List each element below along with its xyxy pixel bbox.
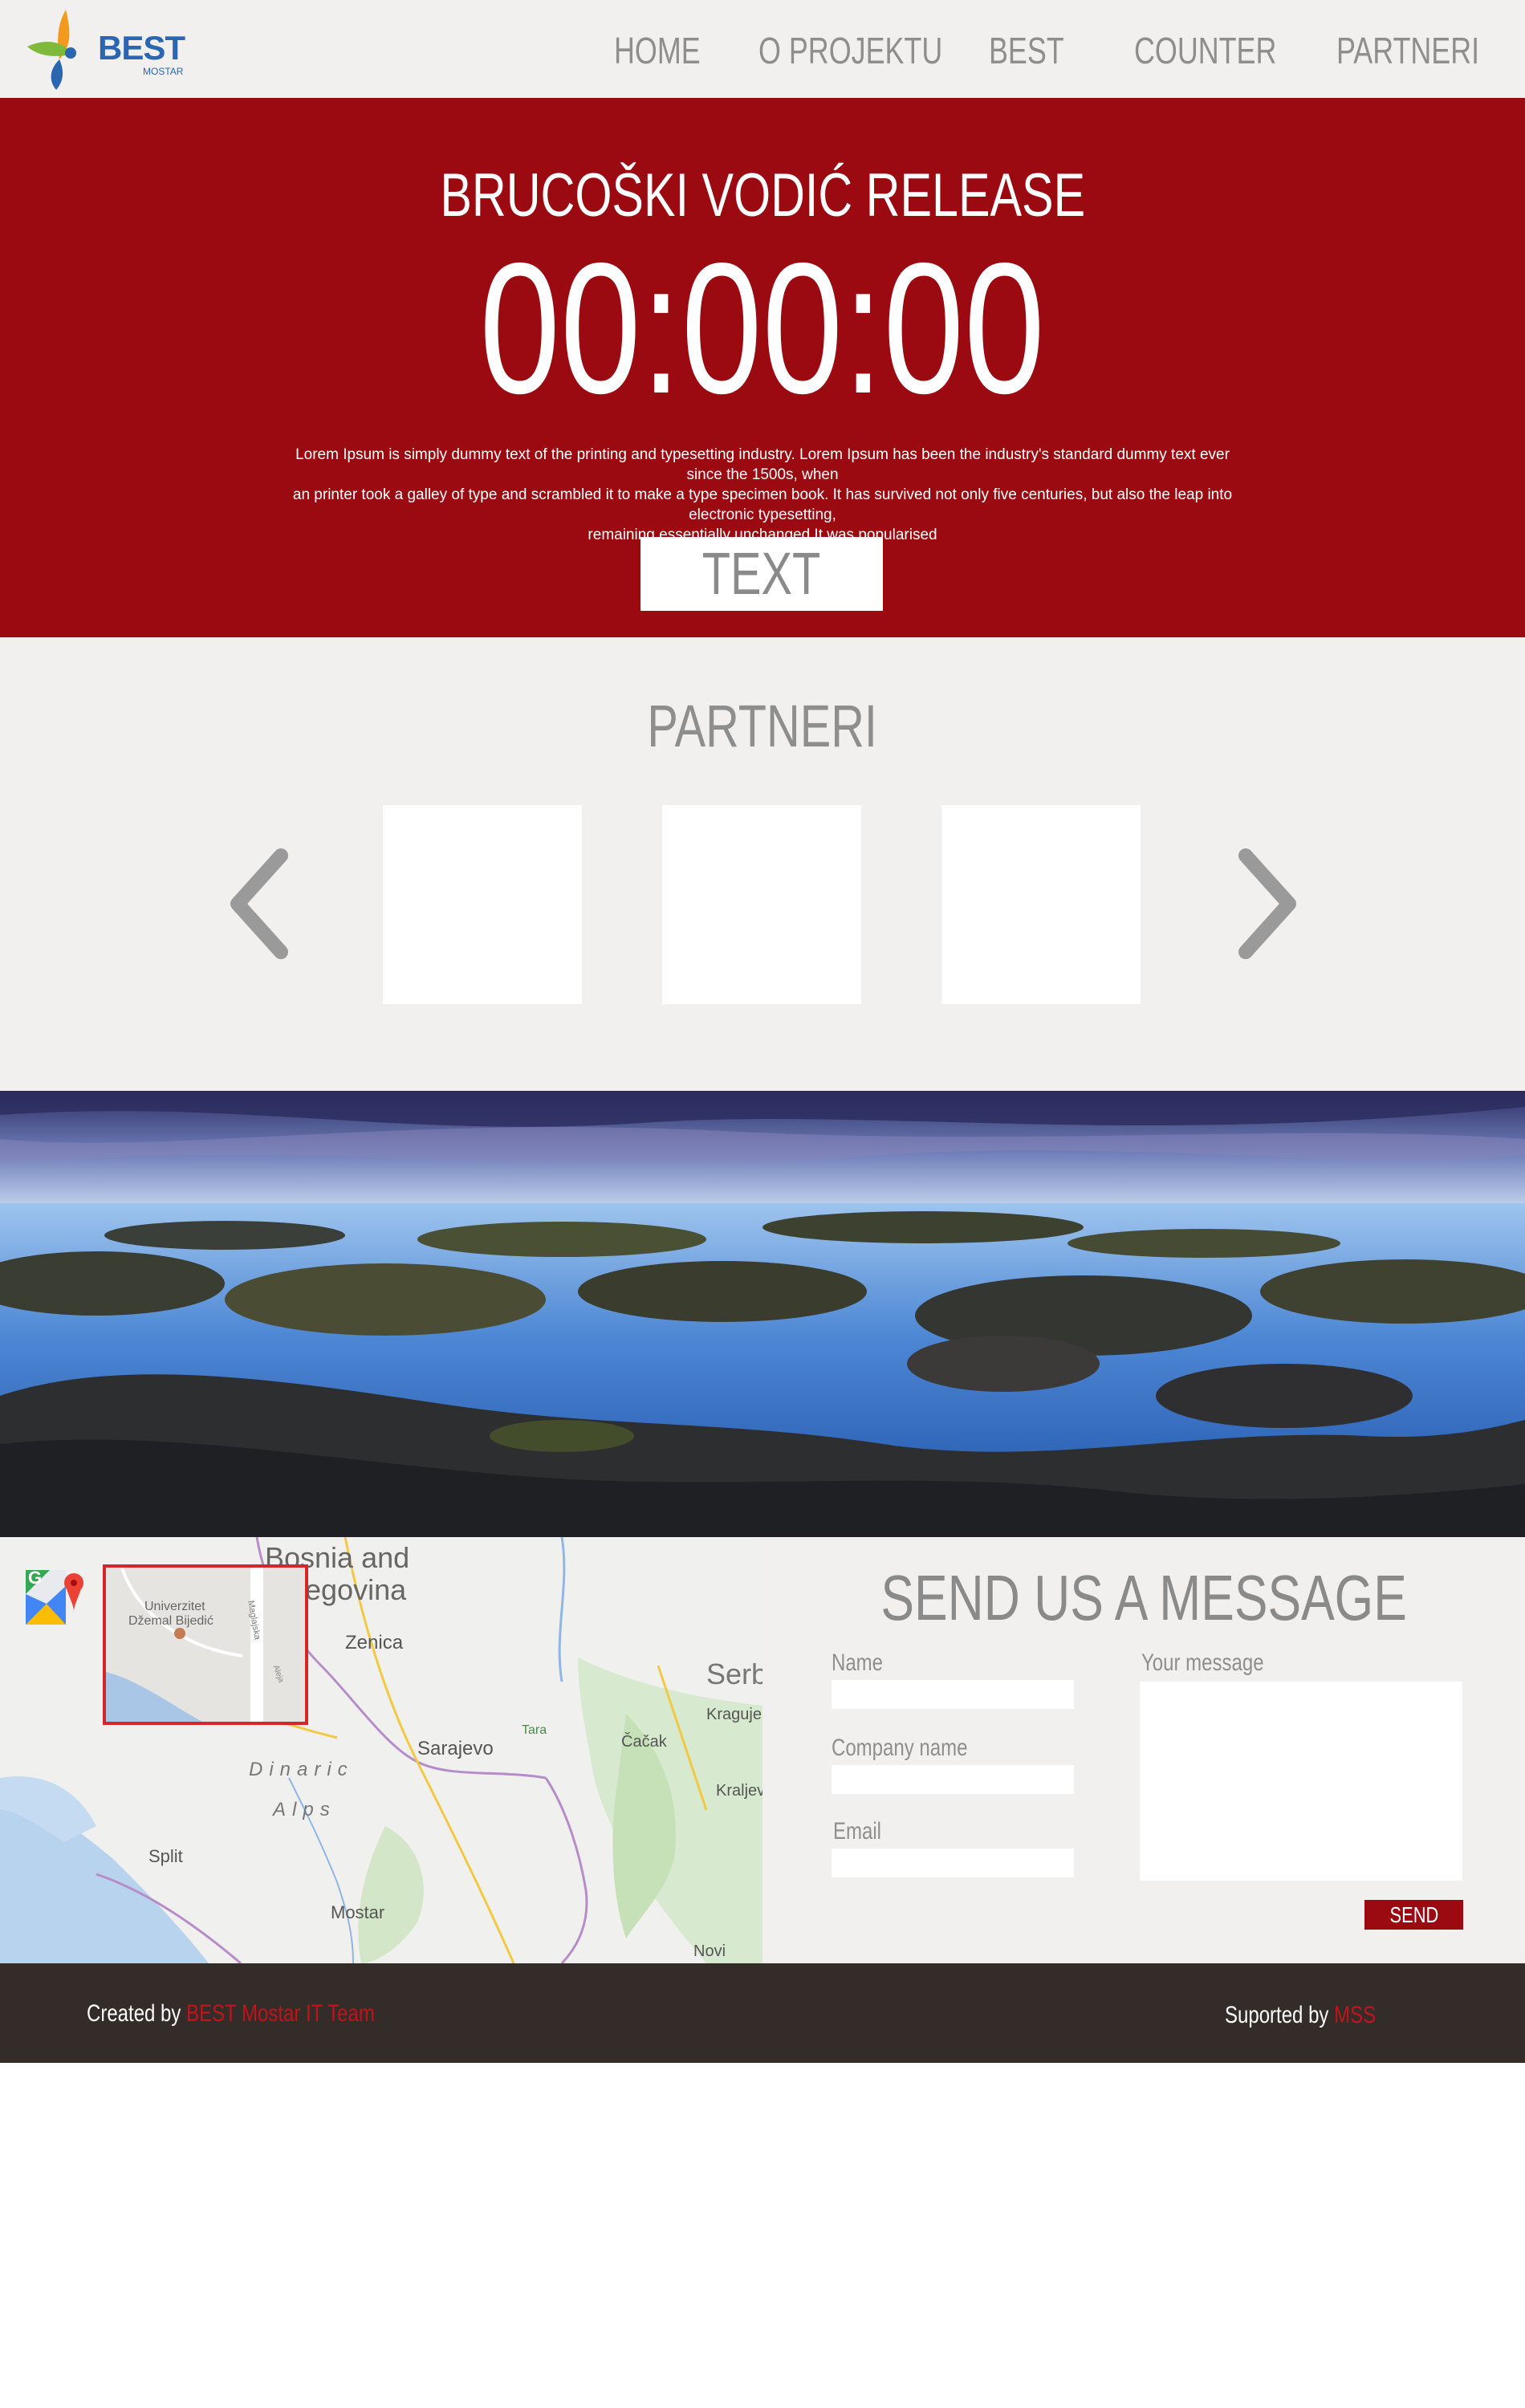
map-inset-university-line1: Univerzitet bbox=[144, 1600, 205, 1613]
google-maps-icon[interactable]: G bbox=[24, 1565, 83, 1628]
map-label-kraljevo: Kraljev bbox=[716, 1782, 762, 1800]
contact-form: SEND US A MESSAGE Name Company name Emai… bbox=[762, 1537, 1525, 1963]
coastline-banner-image bbox=[0, 1091, 1525, 1537]
hero-title: BRUCOŠKI VODIĆ RELEASE bbox=[0, 161, 1525, 230]
nav-item-o-projektu[interactable]: O PROJEKTU bbox=[758, 29, 942, 72]
partner-logo-slot[interactable] bbox=[941, 805, 1141, 1004]
send-button[interactable]: SEND bbox=[1364, 1900, 1463, 1930]
nav-item-counter[interactable]: COUNTER bbox=[1134, 29, 1276, 72]
location-map[interactable]: Bosnia and egovina Zenica Sarajevo Dinar… bbox=[0, 1537, 762, 1963]
footer-created-text: Created by bbox=[87, 2000, 187, 2027]
chevron-left-icon[interactable] bbox=[228, 848, 292, 960]
top-navbar: BEST MOSTAR HOME O PROJEKTU BEST COUNTER… bbox=[0, 0, 1525, 98]
nav-item-partneri[interactable]: PARTNERI bbox=[1336, 29, 1479, 72]
logo-text: BEST bbox=[98, 29, 185, 67]
map-label-serbia: Serbi bbox=[706, 1658, 762, 1690]
map-inset-university-line2: Džemal Bijedić bbox=[128, 1614, 214, 1628]
footer-credits: Created by BEST Mostar IT Team bbox=[87, 2000, 375, 2028]
map-inset-zoom[interactable]: Univerzitet Džemal Bijedić Maglajska Ale… bbox=[103, 1564, 308, 1725]
footer-supported-link[interactable]: MSS bbox=[1334, 2002, 1376, 2028]
name-label: Name bbox=[832, 1649, 884, 1676]
name-input[interactable] bbox=[832, 1680, 1074, 1709]
nav-menu: HOME O PROJEKTU BEST COUNTER PARTNERI bbox=[594, 0, 1525, 98]
logo-subtext: MOSTAR bbox=[143, 66, 184, 77]
partner-logo-slot[interactable] bbox=[383, 805, 582, 1004]
company-input[interactable] bbox=[832, 1765, 1074, 1794]
map-label-mostar: Mostar bbox=[331, 1902, 385, 1922]
map-label-novi: Novi bbox=[693, 1942, 726, 1960]
map-label-tara: Tara bbox=[522, 1723, 547, 1737]
hero-description-line: Lorem Ipsum is simply dummy text of the … bbox=[295, 446, 1230, 483]
chevron-right-icon[interactable] bbox=[1234, 848, 1299, 960]
map-label-alps: Alps bbox=[273, 1799, 336, 1820]
partners-title: PARTNERI bbox=[0, 692, 1525, 760]
map-label-cacak: Čačak bbox=[621, 1733, 667, 1751]
nav-item-home[interactable]: HOME bbox=[614, 29, 701, 72]
partner-logo-slot[interactable] bbox=[662, 805, 861, 1004]
email-input[interactable] bbox=[832, 1849, 1074, 1877]
hero-section: BRUCOŠKI VODIĆ RELEASE 00:00:00 Lorem Ip… bbox=[0, 98, 1525, 637]
partners-section: PARTNERI bbox=[0, 637, 1525, 1091]
logo-pinwheel-icon bbox=[27, 10, 76, 90]
map-label-kragujevac: Kraguje bbox=[706, 1706, 762, 1723]
hero-description-line: an printer took a galley of type and scr… bbox=[292, 486, 1233, 523]
map-label-sarajevo: Sarajevo bbox=[417, 1738, 494, 1759]
send-button-label: SEND bbox=[1389, 1902, 1438, 1927]
hero-description: Lorem Ipsum is simply dummy text of the … bbox=[281, 445, 1244, 545]
email-label: Email bbox=[833, 1818, 882, 1845]
countdown-timer: 00:00:00 bbox=[0, 226, 1525, 431]
hero-text-button[interactable]: TEXT bbox=[640, 537, 883, 611]
countdown-value: 00:00:00 bbox=[479, 225, 1046, 433]
logo[interactable]: BEST MOSTAR bbox=[24, 6, 193, 90]
form-title: SEND US A MESSAGE bbox=[762, 1561, 1525, 1635]
footer: Created by BEST Mostar IT Team Suported … bbox=[0, 1963, 1525, 2063]
footer-support: Suported by MSS bbox=[1225, 2002, 1376, 2029]
map-label-dinaric: Dinaric bbox=[249, 1759, 354, 1780]
map-label-split: Split bbox=[148, 1846, 183, 1866]
hero-button-label: TEXT bbox=[702, 540, 821, 607]
partners-title-text: PARTNERI bbox=[647, 693, 878, 759]
message-label: Your message bbox=[1141, 1649, 1264, 1676]
message-textarea[interactable] bbox=[1140, 1682, 1462, 1881]
footer-supported-text: Suported by bbox=[1225, 2002, 1335, 2028]
hero-title-text: BRUCOŠKI VODIĆ RELEASE bbox=[440, 161, 1085, 230]
company-label: Company name bbox=[832, 1735, 968, 1761]
map-label-zenica: Zenica bbox=[345, 1632, 404, 1653]
map-label-herzegovina: egovina bbox=[305, 1573, 407, 1606]
nav-item-best[interactable]: BEST bbox=[989, 29, 1064, 72]
google-maps-letter: G bbox=[28, 1568, 43, 1588]
form-title-text: SEND US A MESSAGE bbox=[880, 1562, 1407, 1633]
page-bottom-space bbox=[0, 2063, 1525, 2408]
footer-created-link[interactable]: BEST Mostar IT Team bbox=[186, 2000, 375, 2027]
